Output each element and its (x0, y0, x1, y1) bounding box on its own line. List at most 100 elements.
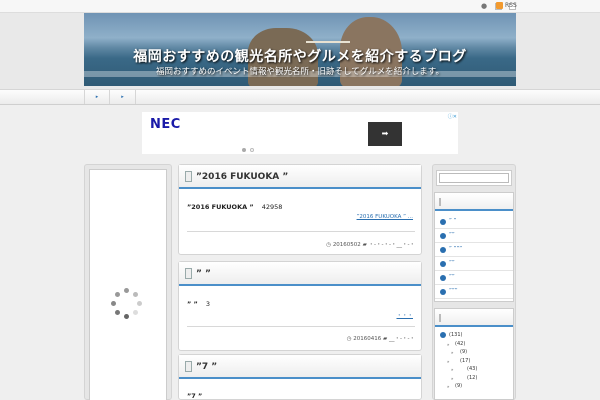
chevron-right-icon: » (451, 367, 454, 372)
list-item[interactable]: ” ” (435, 215, 513, 229)
category-item[interactable]: » (9) (435, 348, 513, 357)
post-date: 20160502 (332, 242, 361, 248)
document-icon (185, 268, 192, 279)
person-icon[interactable]: ● (481, 3, 488, 10)
category-item[interactable]: » (17) (435, 357, 513, 366)
post-card: ”2016 FUKUOKA ” ”2016 FUKUOKA ” 42958 ”20… (178, 164, 422, 255)
recent-posts-list: ” ” ”” ” ””” ”” ”” ””” (435, 211, 513, 299)
bullet-icon (440, 289, 446, 295)
spinner-dot (111, 301, 116, 306)
category-count[interactable]: (43) (467, 366, 477, 372)
site-title[interactable]: 福岡おすすめの観光名所やグルメを紹介するブログ (84, 46, 516, 66)
category-count[interactable]: (42) (455, 341, 465, 347)
spinner-dot (115, 310, 120, 315)
category-count[interactable]: (131) (449, 332, 462, 338)
top-bar: ● RSS (0, 0, 600, 13)
bullet-icon (440, 261, 446, 267)
spinner-dot (137, 301, 142, 306)
category-item[interactable]: » (12) (435, 374, 513, 383)
read-more-link[interactable]: ”2016 FUKUOKA ” ... (357, 214, 413, 220)
post-title[interactable]: ”2016 FUKUOKA ” (196, 172, 288, 182)
bullet-icon (440, 233, 446, 239)
category-count[interactable]: (9) (455, 383, 462, 389)
excerpt-text: ”2016 FUKUOKA ” (187, 203, 254, 211)
bullet-icon (440, 219, 446, 225)
list-item[interactable]: ””” (435, 285, 513, 299)
left-widget-panel (89, 169, 167, 400)
ad-brand[interactable]: NEC (150, 117, 181, 132)
carousel-dot[interactable] (250, 148, 254, 152)
post-date: 20160416 (353, 336, 382, 342)
excerpt-number: 42958 (261, 203, 283, 211)
divider (187, 231, 415, 232)
read-more-link[interactable]: ・・・ (396, 311, 413, 319)
loading-spinner-icon (110, 286, 146, 322)
category-item[interactable]: » (42) (435, 340, 513, 349)
post-title[interactable]: ”7 ” (196, 362, 217, 372)
bullet-icon (440, 247, 446, 253)
widget-header-bar (439, 198, 441, 206)
spinner-dot (115, 292, 120, 297)
post-header: ”7 ” (179, 355, 421, 379)
category-count[interactable]: (12) (467, 375, 477, 381)
category-list: (131) » (42) » (9) » (17) » (43) » (12) » (9) (435, 327, 513, 391)
bullet-icon (440, 332, 446, 338)
nav-item-2[interactable]: ▸ (110, 90, 136, 104)
post-excerpt: ” ” 3 (187, 300, 210, 308)
list-item-label[interactable]: ””” (449, 288, 458, 294)
category-item[interactable]: » (43) (435, 365, 513, 374)
site-header: 福岡おすすめの観光名所やグルメを紹介するブログ 福岡おすすめのイベント情報や観光… (0, 13, 600, 89)
ad-choices-icon[interactable]: ⓘ✕ (448, 113, 457, 120)
list-item-label[interactable]: ”” (449, 232, 455, 238)
post-excerpt: ”2016 FUKUOKA ” 42958 (187, 203, 282, 211)
header-banner[interactable]: 福岡おすすめの観光名所やグルメを紹介するブログ 福岡おすすめのイベント情報や観光… (84, 13, 516, 86)
chevron-right-icon: » (451, 350, 454, 355)
shimenawa-rope (306, 41, 350, 43)
list-item-label[interactable]: ” ””” (449, 246, 462, 252)
nav-item-1[interactable]: ▸ (84, 90, 110, 104)
excerpt-text: ”7 ” (187, 392, 203, 400)
ad-arrow-button[interactable]: ➡ (368, 122, 402, 146)
list-item-label[interactable]: ”” (449, 260, 455, 266)
post-category[interactable]: ・-・-・-・__・-・ (369, 242, 415, 248)
search-input[interactable] (439, 173, 509, 183)
list-item[interactable]: ”” (435, 229, 513, 243)
document-icon (185, 171, 192, 182)
list-item[interactable]: ”” (435, 257, 513, 271)
list-item[interactable]: ” ””” (435, 243, 513, 257)
excerpt-text: ” ” (187, 300, 198, 308)
excerpt-number: 3 (205, 300, 210, 308)
ad-banner[interactable]: NEC ⓘ✕ ➡ (142, 112, 458, 154)
list-item-label[interactable]: ”” (449, 274, 455, 280)
chevron-right-icon: » (447, 358, 450, 364)
document-icon (185, 361, 192, 372)
category-item[interactable]: » (9) (435, 382, 513, 391)
chevron-right-icon: » (451, 375, 454, 381)
spinner-dot (133, 292, 138, 297)
category-count[interactable]: (9) (460, 349, 467, 355)
list-item-label[interactable]: ” ” (449, 218, 456, 224)
ad-carousel-dots (242, 148, 258, 152)
site-subtitle: 福岡おすすめのイベント情報や観光名所・旧跡そしてグルメを紹介します。 (156, 67, 444, 77)
search-widget (436, 170, 512, 186)
category-item[interactable]: (131) (435, 331, 513, 340)
post-meta: ◷ 20160502 ▰ ・-・-・-・__・-・ (326, 240, 415, 248)
post-meta: ◷ 20160416 ▰ __・-・-・ (347, 334, 415, 342)
recent-posts-widget: ” ” ”” ” ””” ”” ”” ””” (434, 192, 514, 302)
rss-icon (496, 2, 503, 9)
chevron-right-icon: » (447, 341, 450, 347)
rss-link[interactable]: RSS (496, 2, 517, 9)
post-header: ” ” (179, 262, 421, 286)
post-title[interactable]: ” ” (196, 269, 211, 279)
spinner-dot (124, 314, 129, 319)
list-item[interactable]: ”” (435, 271, 513, 285)
category-count[interactable]: (17) (460, 358, 470, 364)
spinner-dot (124, 288, 129, 293)
post-header: ”2016 FUKUOKA ” (179, 165, 421, 189)
chevron-right-icon: » (447, 384, 450, 389)
post-card: ”7 ” ”7 ” (178, 354, 422, 400)
post-category[interactable]: __・-・-・ (389, 336, 415, 342)
carousel-dot-active[interactable] (242, 148, 246, 152)
categories-widget: (131) » (42) » (9) » (17) » (43) » (12) » (9) (434, 308, 514, 400)
divider (187, 326, 415, 327)
